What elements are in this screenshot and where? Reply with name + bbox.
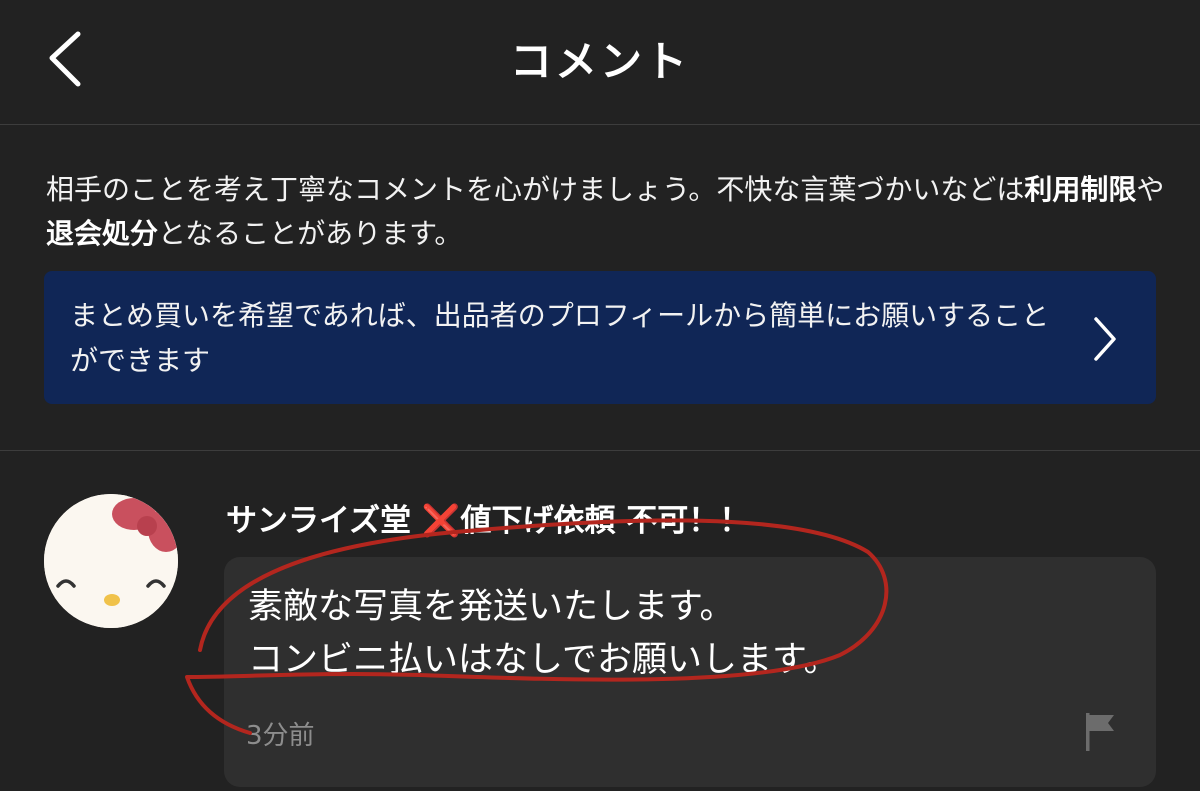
chevron-right-icon — [1094, 317, 1116, 361]
cross-mark-icon: ❌ — [421, 503, 461, 539]
username-prefix: サンライズ堂 — [226, 503, 422, 539]
header: コメント — [0, 0, 1200, 124]
bulk-purchase-banner[interactable]: まとめ買いを希望であれば、出品者のプロフィールから簡単にお願いすることができます — [44, 271, 1156, 404]
report-button[interactable] — [1082, 711, 1120, 753]
username-suffix: 値下げ依頼 不可！！ — [460, 503, 751, 539]
section-divider — [0, 450, 1200, 451]
page-title: コメント — [509, 37, 690, 86]
user-avatar[interactable] — [44, 494, 178, 628]
flag-icon — [1086, 713, 1114, 751]
notice-text-3: となることがあります。 — [158, 217, 463, 250]
notice-text-1: 相手のことを考え丁寧なコメントを心がけましょう。不快な言葉づかいなどは — [46, 173, 1025, 206]
header-divider — [0, 124, 1200, 125]
notice-bold-usage-restriction: 利用制限 — [1024, 173, 1137, 206]
comment-guideline-notice: 相手のことを考え丁寧なコメントを心がけましょう。不快な言葉づかいなどは利用制限や… — [46, 168, 1166, 256]
comment-bubble: 素敵な写真を発送いたします。 コンビニ払いはなしでお願いします。 3分前 — [224, 557, 1156, 787]
hello-kitty-avatar-icon — [44, 494, 178, 628]
comment-body: 素敵な写真を発送いたします。 コンビニ払いはなしでお願いします。 — [248, 587, 839, 680]
banner-text: まとめ買いを希望であれば、出品者のプロフィールから簡単にお願いすることができます — [70, 299, 1050, 377]
comment-timestamp: 3分前 — [246, 721, 315, 751]
comment-screen: コメント 相手のことを考え丁寧なコメントを心がけましょう。不快な言葉づかいなどは… — [0, 0, 1200, 791]
notice-text-2: や — [1136, 173, 1165, 206]
commenter-name[interactable]: サンライズ堂 ❌値下げ依頼 不可！！ — [226, 498, 750, 544]
notice-bold-account-suspension: 退会処分 — [46, 217, 159, 250]
